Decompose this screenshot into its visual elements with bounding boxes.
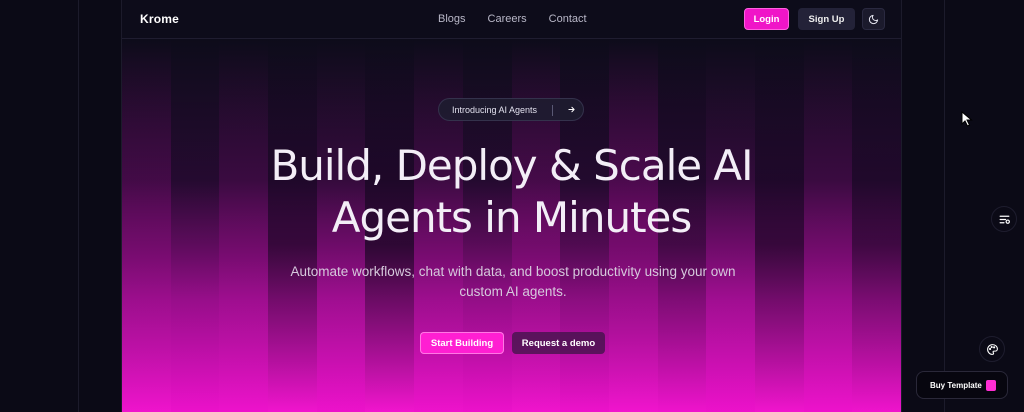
list-settings-icon <box>999 215 1010 224</box>
hero-title: Build, Deploy & Scale AI Agents in Minut… <box>122 140 901 244</box>
moon-icon <box>868 14 879 24</box>
guide-line-right <box>944 0 945 412</box>
nav-link-careers[interactable]: Careers <box>488 13 527 25</box>
guide-line-left <box>78 0 79 412</box>
nav-link-contact[interactable]: Contact <box>549 13 587 25</box>
badge-divider <box>552 105 553 116</box>
announcement-badge-label: Introducing AI Agents <box>452 104 538 115</box>
hero-title-line-1: Build, Deploy & Scale AI <box>270 141 753 190</box>
brand-logo[interactable]: Krome <box>140 12 179 26</box>
palette-icon <box>986 343 998 355</box>
hero-section: Introducing AI Agents Build, Deploy & Sc… <box>122 0 901 412</box>
list-settings-button[interactable] <box>991 206 1017 232</box>
hero-title-line-2: Agents in Minutes <box>331 193 693 242</box>
palette-button[interactable] <box>979 336 1005 362</box>
mouse-cursor-icon <box>961 111 973 127</box>
nav-link-blogs[interactable]: Blogs <box>438 13 466 25</box>
announcement-badge[interactable]: Introducing AI Agents <box>438 98 584 121</box>
buy-template-button[interactable]: Buy Template <box>916 371 1008 399</box>
page-frame: Krome Blogs Careers Contact Login Sign U… <box>121 0 902 412</box>
nav-menu: Blogs Careers Contact <box>438 13 587 25</box>
buy-template-label: Buy Template <box>930 380 982 390</box>
shopping-bag-icon <box>986 380 996 391</box>
login-button[interactable]: Login <box>744 8 789 30</box>
start-building-button[interactable]: Start Building <box>420 332 504 354</box>
arrow-right-icon <box>564 102 579 117</box>
hero-subtitle: Automate workflows, chat with data, and … <box>290 264 736 299</box>
signup-button[interactable]: Sign Up <box>798 8 855 30</box>
theme-toggle-button[interactable] <box>862 8 885 30</box>
top-navigation: Krome Blogs Careers Contact Login Sign U… <box>122 0 901 39</box>
request-demo-button[interactable]: Request a demo <box>512 332 605 354</box>
